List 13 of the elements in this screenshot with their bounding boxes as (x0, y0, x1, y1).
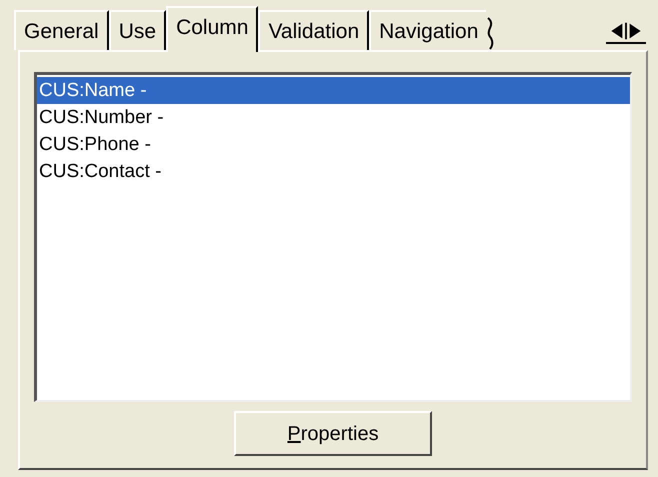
list-item[interactable]: CUS:Contact - (37, 158, 630, 185)
list-item[interactable]: CUS:Number - (37, 104, 630, 131)
properties-button[interactable]: Properties (234, 411, 432, 456)
column-list[interactable]: CUS:Name - CUS:Number - CUS:Phone - CUS:Contact - (34, 72, 632, 402)
tab[interactable]: Navigation (369, 10, 486, 50)
tab[interactable]: Validation (258, 10, 370, 50)
tab[interactable]: General (14, 10, 109, 50)
list-item[interactable]: CUS:Name - (37, 77, 630, 104)
tab[interactable]: Column (166, 6, 258, 52)
tab[interactable]: Use (108, 10, 166, 50)
tab-scroll-arrows-icon[interactable] (606, 20, 646, 44)
tab-edge-icon (486, 16, 496, 50)
list-item[interactable]: CUS:Phone - (37, 131, 630, 158)
